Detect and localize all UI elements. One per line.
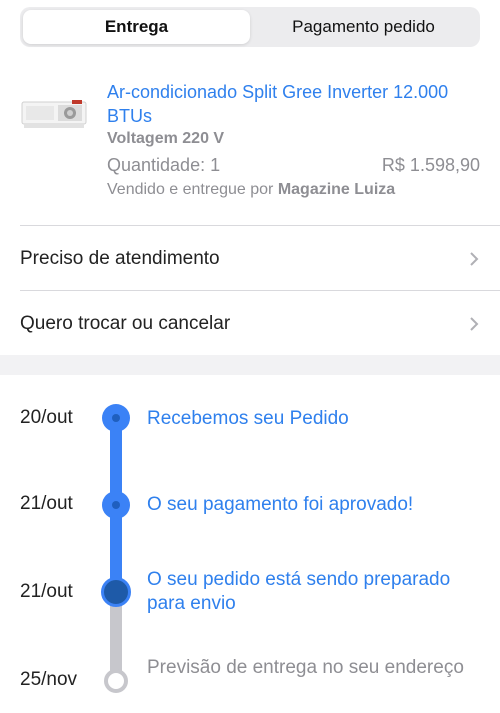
timeline-step-label: Recebemos seu Pedido (147, 408, 349, 429)
chevron-right-icon (470, 251, 479, 266)
seller-name: Magazine Luiza (277, 181, 396, 198)
timeline-step-current-icon (101, 577, 131, 607)
product-seller: Vendido e entregue por Magazine Luiza (107, 181, 395, 199)
delivery-timeline: 20/out Recebemos seu Pedido 21/out O seu… (0, 375, 500, 713)
seller-prefix: Vendido e entregue por (107, 181, 274, 198)
product-title[interactable]: Ar-condicionado Split Gree Inverter 12.0… (107, 80, 487, 128)
timeline-step-done-icon (102, 491, 130, 519)
product-price: R$ 1.598,90 (381, 155, 480, 175)
timeline-date: 20/out (20, 407, 73, 428)
menu-item-atendimento[interactable]: Preciso de atendimento (20, 226, 500, 291)
timeline-date: 25/nov (20, 669, 78, 690)
chevron-right-icon (470, 316, 479, 331)
timeline-step-label: O seu pagamento foi aprovado! (147, 494, 414, 515)
timeline-date: 21/out (20, 493, 73, 514)
timeline-step-label: Previsão de entrega no seu endereço (147, 657, 464, 678)
product-voltage: Voltagem 220 V (107, 130, 225, 147)
product-card: Ar-condicionado Split Gree Inverter 12.0… (0, 70, 500, 205)
menu-item-trocar-cancelar[interactable]: Quero trocar ou cancelar (20, 291, 500, 356)
timeline-step-pending-icon (104, 669, 128, 693)
air-conditioner-icon (21, 100, 87, 128)
timeline-step-label: O seu pedido está sendo preparado para e… (147, 569, 451, 614)
timeline-step-done-icon (102, 404, 130, 432)
order-tabs: Entrega Pagamento pedido (20, 7, 480, 47)
timeline-date: 21/out (20, 581, 73, 602)
product-quantity: Quantidade: 1 (107, 155, 221, 175)
menu-item-label: Preciso de atendimento (20, 247, 220, 269)
section-separator (0, 355, 500, 375)
tab-entrega[interactable]: Entrega (23, 10, 250, 44)
menu-item-label: Quero trocar ou cancelar (20, 312, 231, 334)
tab-pagamento-pedido[interactable]: Pagamento pedido (250, 10, 477, 44)
